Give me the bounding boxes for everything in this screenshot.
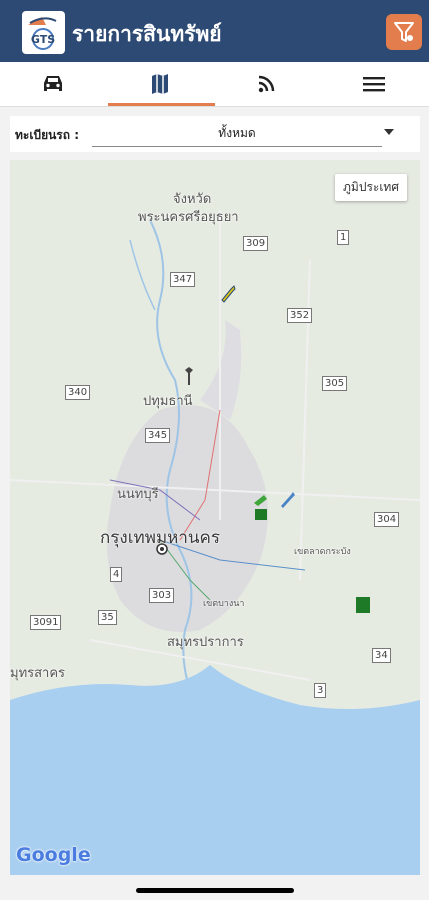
map-label: เขตบางนา	[203, 599, 245, 609]
map-icon	[152, 74, 168, 94]
vehicle-marker[interactable]	[278, 488, 298, 510]
map-view[interactable]: ภูมิประเทศ จังหวัด พระนครศรีอยุธยา ปทุมธ…	[10, 160, 420, 875]
wrench-icon	[254, 495, 267, 520]
road-shield: 305	[322, 376, 348, 391]
map-label: กรุงเทพมหานคร	[100, 528, 221, 548]
terrain-toggle-label: ภูมิประเทศ	[343, 180, 399, 194]
vehicle-marker[interactable]	[218, 282, 238, 304]
map-background	[10, 210, 420, 875]
road-shield: 303	[149, 588, 175, 603]
road-shield: 347	[170, 272, 196, 287]
tab-bar	[0, 62, 429, 107]
plate-select-value: ทั้งหมด	[218, 126, 256, 140]
road-shield: 309	[243, 236, 269, 251]
home-indicator	[136, 888, 294, 893]
vehicle-marker[interactable]	[250, 493, 270, 520]
vehicle-marker[interactable]	[180, 365, 200, 387]
app-header: GTS รายการสินทรัพย์	[0, 0, 429, 62]
active-tab-indicator	[108, 103, 215, 106]
gts-logo-icon: GTS	[28, 17, 57, 50]
vehicle-icon	[356, 597, 370, 613]
map-label: พระนครศรีอยุธยา	[138, 210, 239, 225]
plate-filter: ทะเบียนรถ : ทั้งหมด	[10, 116, 420, 152]
filter-button[interactable]	[386, 14, 422, 50]
page-title: รายการสินทรัพย์	[72, 22, 222, 46]
map-label: นนทบุรี	[117, 487, 159, 502]
road-shield: 1	[337, 230, 350, 245]
funnel-icon	[394, 22, 414, 42]
road-shield: 352	[287, 308, 313, 323]
vehicle-marker[interactable]	[356, 597, 376, 619]
map-label: ปทุมธานี	[143, 394, 193, 409]
menu-icon	[363, 77, 385, 92]
tab-menu[interactable]	[321, 62, 428, 106]
road-shield: 35	[98, 610, 117, 625]
road-shield: 34	[372, 648, 391, 663]
road-shield: 3	[314, 683, 327, 698]
road-shield: 4	[110, 567, 123, 582]
map-label: สมุทรปราการ	[167, 635, 244, 650]
terrain-toggle[interactable]: ภูมิประเทศ	[335, 174, 407, 201]
road-shield: 340	[65, 385, 91, 400]
plate-select[interactable]: ทั้งหมด	[92, 120, 382, 147]
tab-feed[interactable]	[214, 62, 321, 106]
tab-map[interactable]	[107, 62, 214, 106]
google-attribution: Google	[16, 844, 91, 866]
map-label: เขตลาดกระบัง	[294, 547, 351, 557]
wrench-icon	[281, 492, 295, 508]
chevron-down-icon[interactable]	[384, 129, 394, 135]
logo-text: GTS	[31, 33, 55, 46]
app-logo: GTS	[22, 11, 65, 54]
rss-icon	[258, 75, 275, 93]
plate-filter-label: ทะเบียนรถ :	[15, 128, 79, 142]
road-shield: 304	[374, 512, 400, 527]
map-label: มุทรสาคร	[10, 666, 66, 681]
tab-vehicles[interactable]	[0, 62, 107, 106]
car-icon	[44, 76, 62, 91]
wrench-icon	[221, 285, 236, 303]
road-shield: 345	[145, 428, 171, 443]
wrench-icon	[185, 367, 193, 385]
road-shield: 3091	[30, 615, 62, 630]
